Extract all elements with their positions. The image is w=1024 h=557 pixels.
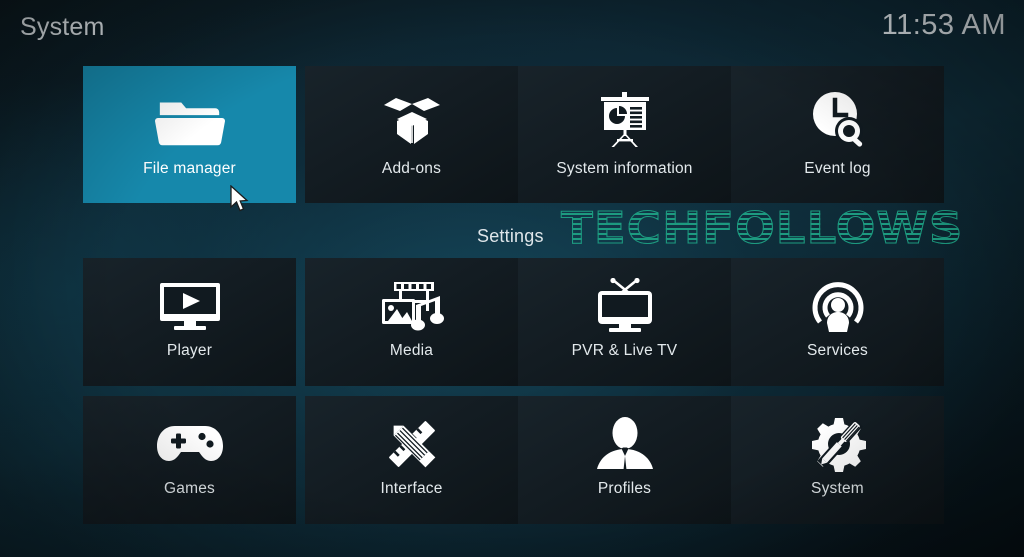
- clock-search-icon: [802, 88, 874, 150]
- tile-file-manager[interactable]: File manager: [83, 66, 296, 203]
- monitor-play-icon: [154, 278, 226, 334]
- techfollows-watermark: TECHFOLLOWS: [560, 203, 964, 255]
- clock-label: 11:53 AM: [881, 9, 1006, 41]
- gear-screwdriver-icon: [802, 416, 874, 472]
- person-bust-icon: [589, 416, 661, 472]
- tile-label: Add-ons: [381, 160, 442, 177]
- tile-add-ons[interactable]: Add-ons: [305, 66, 518, 203]
- tile-media[interactable]: Media: [305, 258, 518, 386]
- settings-section-label: Settings: [477, 226, 544, 246]
- tile-label: Media: [389, 342, 434, 359]
- tile-profiles[interactable]: Profiles: [518, 396, 731, 524]
- tile-label: Games: [164, 480, 215, 497]
- tile-interface[interactable]: Interface: [305, 396, 518, 524]
- tile-event-log[interactable]: Event log: [731, 66, 944, 203]
- folder-icon: [154, 88, 226, 150]
- tile-label: System information: [556, 160, 693, 177]
- tile-label: System: [811, 480, 864, 497]
- tile-pvr-live-tv[interactable]: PVR & Live TV: [518, 258, 731, 386]
- broadcast-user-icon: [802, 278, 874, 334]
- tile-services[interactable]: Services: [731, 258, 944, 386]
- tile-player[interactable]: Player: [83, 258, 296, 386]
- tv-antenna-icon: [589, 278, 661, 334]
- media-stack-icon: [376, 278, 448, 334]
- open-box-icon: [376, 88, 448, 150]
- tile-system-information[interactable]: System information: [518, 66, 731, 203]
- tile-label: Event log: [804, 160, 871, 177]
- tile-system[interactable]: System: [731, 396, 944, 524]
- tile-label: PVR & Live TV: [571, 342, 678, 359]
- kodi-system-screen: System 11:53 AM File manager Add-ons Sys…: [0, 0, 1024, 557]
- top-bar: System 11:53 AM: [0, 0, 1024, 56]
- tile-label: Services: [806, 342, 869, 359]
- tile-label: Interface: [380, 480, 443, 497]
- page-title: System: [20, 13, 105, 41]
- tile-label: File manager: [143, 160, 236, 177]
- tile-games[interactable]: Games: [83, 396, 296, 524]
- pencil-ruler-icon: [376, 416, 448, 472]
- tile-label: Player: [166, 342, 213, 359]
- gamepad-icon: [154, 416, 226, 472]
- presentation-icon: [589, 88, 661, 150]
- tile-label: Profiles: [597, 480, 652, 497]
